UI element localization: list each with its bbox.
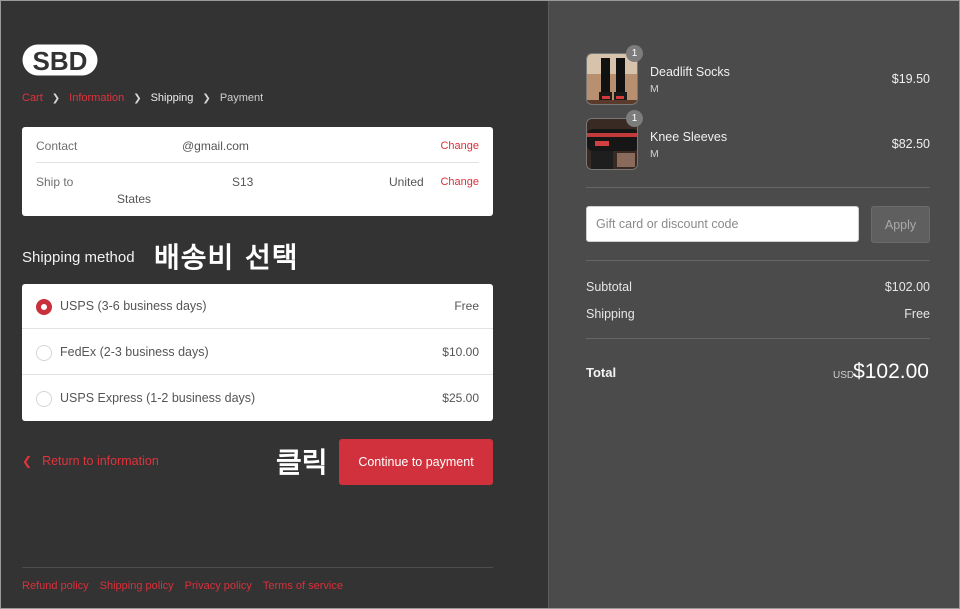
shipping-options-list: USPS (3-6 business days) Free FedEx (2-3…: [22, 284, 493, 421]
refund-policy-link[interactable]: Refund policy: [22, 580, 89, 592]
review-box: Contact @gmail.com Change Ship to S13 Un…: [22, 127, 493, 216]
annotation-click: 클릭: [276, 446, 328, 479]
ship-to-value-country: United: [389, 175, 424, 189]
option-label: USPS (3-6 business days): [60, 299, 207, 313]
option-label: USPS Express (1-2 business days): [60, 391, 256, 405]
subtotal-value: $102.00: [884, 280, 930, 294]
shipping-policy-link[interactable]: Shipping policy: [100, 580, 174, 592]
continue-to-payment-button[interactable]: Continue to payment: [339, 439, 493, 485]
item-price: $82.50: [891, 137, 930, 151]
divider: [586, 187, 930, 188]
divider: [586, 260, 930, 261]
option-price: Free: [454, 299, 479, 313]
order-summary: 1 Deadlift Socks M $19.50 1 Knee Sleeves…: [548, 1, 959, 608]
summary-item: 1 Deadlift Socks M $19.50: [586, 45, 930, 105]
divider: [586, 338, 930, 339]
item-variant: M: [650, 148, 659, 160]
breadcrumb-shipping: Shipping: [150, 92, 194, 104]
terms-of-service-link[interactable]: Terms of service: [263, 580, 343, 592]
quantity-badge: 1: [626, 45, 643, 62]
breadcrumb-information[interactable]: Information: [69, 92, 124, 104]
return-to-information-link[interactable]: ❮ Return to information: [22, 454, 159, 468]
item-price: $19.50: [891, 72, 930, 86]
shipping-option-fedex[interactable]: FedEx (2-3 business days) $10.00: [22, 330, 493, 375]
shipping-row: Shipping Free: [586, 307, 930, 321]
footer-links: Refund policy Shipping policy Privacy po…: [22, 567, 493, 592]
ship-to-value-country-cont: States: [117, 192, 152, 206]
shipping-label: Shipping: [586, 307, 635, 321]
shipping-method-heading: Shipping method: [22, 249, 135, 266]
privacy-policy-link[interactable]: Privacy policy: [185, 580, 252, 592]
total-currency: USD: [833, 370, 855, 381]
discount-code-input[interactable]: [586, 206, 859, 242]
radio-button-selected[interactable]: [36, 299, 52, 315]
option-price: $25.00: [442, 391, 479, 405]
brand-logo[interactable]: SBD: [21, 43, 99, 77]
shipping-option-usps[interactable]: USPS (3-6 business days) Free: [22, 284, 493, 329]
option-price: $10.00: [442, 345, 479, 359]
contact-label: Contact: [36, 139, 78, 153]
apply-discount-button[interactable]: Apply: [871, 206, 930, 243]
chevron-right-icon: ❯: [202, 92, 211, 104]
chevron-right-icon: ❯: [133, 92, 142, 104]
change-contact-link[interactable]: Change: [440, 140, 479, 152]
summary-item: 1 Knee Sleeves M $82.50: [586, 110, 930, 170]
ship-to-value-postal: S13: [232, 175, 254, 189]
subtotal-row: Subtotal $102.00: [586, 280, 930, 294]
total-amount: $102.00: [853, 360, 929, 383]
total-label: Total: [586, 365, 617, 380]
brand-logo-text: SBD: [33, 46, 88, 76]
return-label: Return to information: [42, 454, 159, 468]
item-name: Knee Sleeves: [650, 130, 728, 144]
shipping-option-usps-express[interactable]: USPS Express (1-2 business days) $25.00: [22, 376, 493, 421]
shipping-value: Free: [904, 307, 930, 321]
radio-button[interactable]: [36, 345, 52, 361]
breadcrumb: Cart ❯ Information ❯ Shipping ❯ Payment: [22, 92, 263, 104]
quantity-badge: 1: [626, 110, 643, 127]
option-label: FedEx (2-3 business days): [60, 345, 209, 359]
chevron-right-icon: ❯: [51, 92, 61, 104]
change-address-link[interactable]: Change: [440, 176, 479, 188]
breadcrumb-payment: Payment: [219, 92, 264, 104]
subtotal-label: Subtotal: [586, 280, 632, 294]
item-variant: M: [650, 83, 659, 95]
radio-button[interactable]: [36, 391, 52, 407]
annotation-select-shipping: 배송비 선택: [154, 241, 299, 274]
breadcrumb-cart[interactable]: Cart: [22, 92, 43, 104]
item-name: Deadlift Socks: [650, 65, 730, 79]
contact-row: [36, 127, 479, 163]
chevron-left-icon: ❮: [22, 454, 33, 468]
contact-value: @gmail.com: [182, 139, 249, 153]
ship-to-label: Ship to: [36, 175, 74, 189]
